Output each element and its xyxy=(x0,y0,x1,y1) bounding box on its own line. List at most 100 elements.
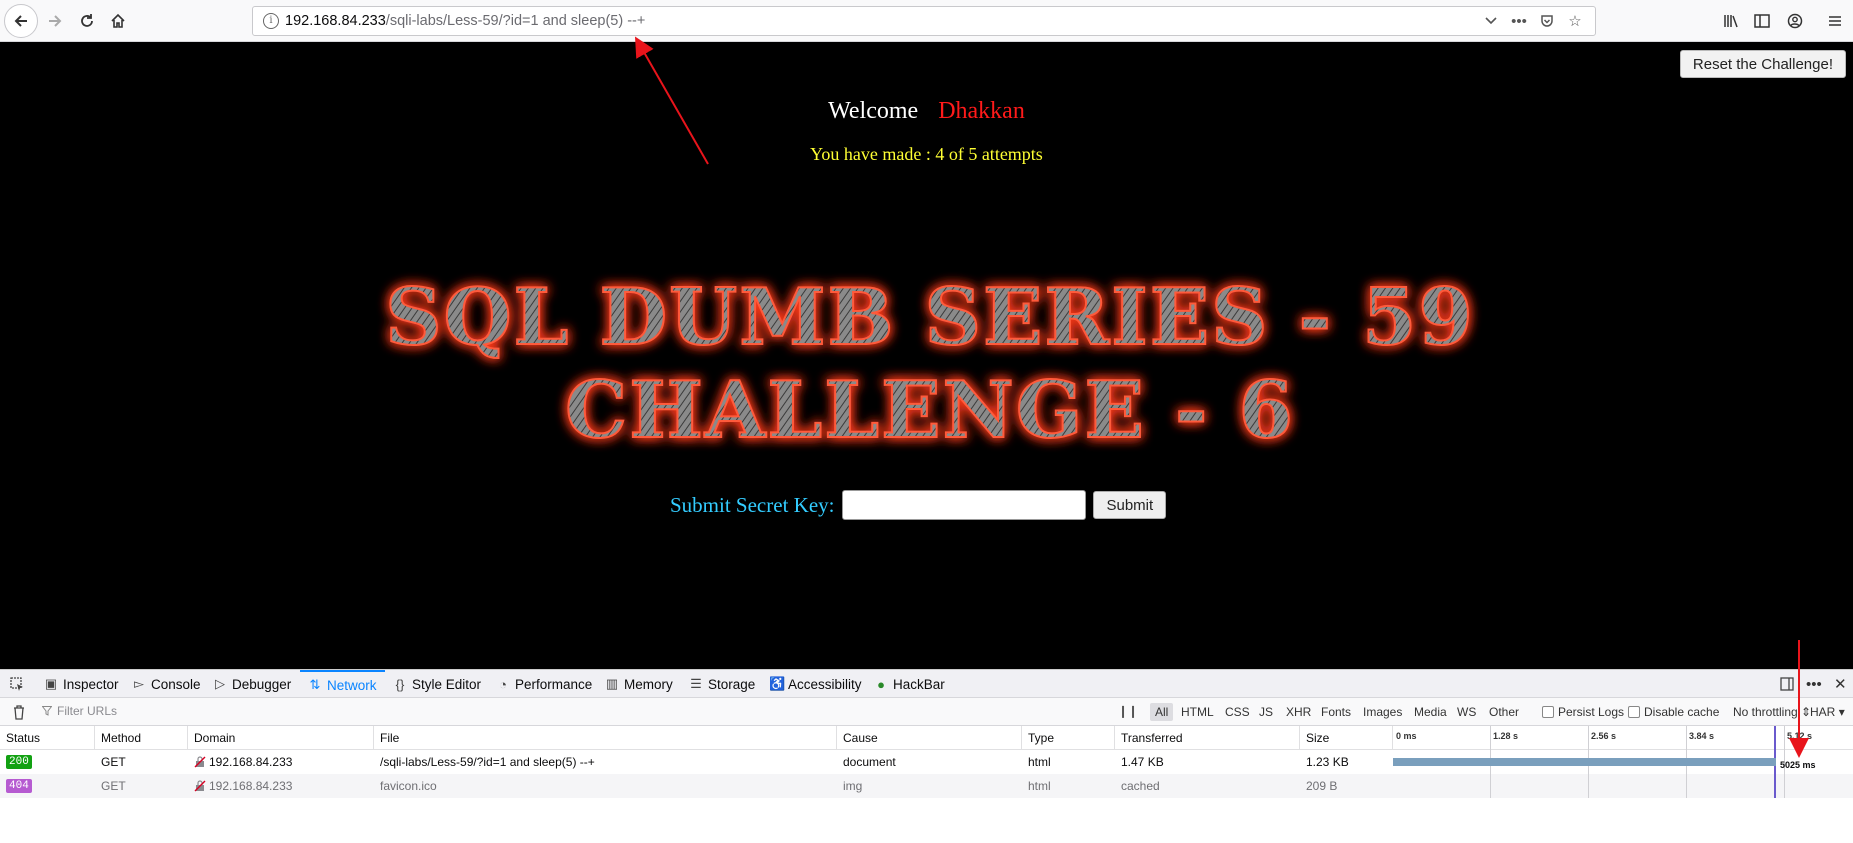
col-domain[interactable]: Domain xyxy=(188,726,374,750)
inspector-icon: ▣ xyxy=(44,676,58,691)
row-status: 404 xyxy=(0,774,32,798)
pocket-icon[interactable] xyxy=(1533,10,1561,32)
status-badge: 200 xyxy=(6,755,32,769)
devtools-tabbar: ▣ Inspector ▻ Console ▷ Debugger ⇅ Network {… xyxy=(0,670,1853,698)
row-domain-text: 192.168.84.233 xyxy=(209,755,293,769)
account-button[interactable] xyxy=(1778,4,1812,38)
tab-console[interactable]: ▻ Console xyxy=(132,670,201,698)
submit-button[interactable]: Submit xyxy=(1093,491,1167,519)
col-method[interactable]: Method xyxy=(95,726,188,750)
hamburger-menu-icon xyxy=(1829,16,1841,26)
filter-type-images[interactable]: Images xyxy=(1358,703,1407,721)
url-bar[interactable]: i 192.168.84.233/sqli-labs/Less-59/?id=1… xyxy=(252,6,1596,36)
braces-icon: {} xyxy=(395,676,405,692)
disable-cache-toggle[interactable]: Disable cache xyxy=(1628,705,1719,719)
row-transferred: 1.47 KB xyxy=(1121,755,1164,769)
star-icon[interactable]: ☆ xyxy=(1561,10,1589,32)
back-button[interactable] xyxy=(4,4,38,38)
filter-type-ws[interactable]: WS xyxy=(1452,703,1481,721)
chevron-down-icon[interactable] xyxy=(1477,10,1505,32)
attempts-text: You have made : 4 of 5 attempts xyxy=(810,144,1043,164)
devtools-close-button[interactable]: ✕ xyxy=(1834,670,1847,698)
more-dots-icon[interactable]: ••• xyxy=(1505,10,1533,32)
filter-type-html[interactable]: HTML xyxy=(1176,703,1219,721)
throttling-select[interactable]: No throttling ⇕ xyxy=(1733,705,1811,719)
filter-type-js[interactable]: JS xyxy=(1254,703,1278,721)
persist-logs-checkbox[interactable] xyxy=(1542,706,1554,718)
tab-style-editor-label: Style Editor xyxy=(412,676,482,692)
filter-type-other[interactable]: Other xyxy=(1484,703,1524,721)
request-timing-bar[interactable] xyxy=(1393,758,1776,766)
secret-key-label: Submit Secret Key: xyxy=(670,492,835,517)
element-picker-button[interactable] xyxy=(10,670,25,698)
tab-storage[interactable]: ☰ Storage xyxy=(689,670,755,698)
console-icon: ▻ xyxy=(134,676,144,691)
tab-debugger[interactable]: ▷ Debugger xyxy=(213,670,291,698)
col-transferred[interactable]: Transferred xyxy=(1115,726,1300,750)
forward-button[interactable] xyxy=(38,4,72,38)
info-icon[interactable]: i xyxy=(263,13,279,29)
title-line-1: SQL DUMB SERIES - 59 xyxy=(385,272,1474,363)
tab-performance-label: Performance xyxy=(515,676,593,692)
row-method: GET xyxy=(101,779,126,793)
accessibility-icon: ♿ xyxy=(769,676,786,691)
sidebar-icon xyxy=(1754,14,1770,28)
disable-cache-checkbox[interactable] xyxy=(1628,706,1640,718)
pause-icon[interactable]: ❙❙ xyxy=(1118,704,1138,718)
disable-cache-label: Disable cache xyxy=(1644,705,1720,719)
row-file: /sqli-labs/Less-59/?id=1 and sleep(5) --… xyxy=(380,755,595,769)
url-text[interactable]: 192.168.84.233/sqli-labs/Less-59/?id=1 a… xyxy=(285,13,645,29)
insecure-lock-icon xyxy=(194,780,206,792)
filter-icon xyxy=(42,706,52,716)
filter-type-media[interactable]: Media xyxy=(1409,703,1452,721)
tab-hackbar[interactable]: ● HackBar xyxy=(874,670,945,698)
col-cause[interactable]: Cause xyxy=(837,726,1022,750)
account-icon xyxy=(1787,13,1803,29)
secret-key-form: Submit Secret Key: Submit xyxy=(670,488,1167,522)
filter-type-xhr[interactable]: XHR xyxy=(1281,703,1316,721)
tab-network-label: Network xyxy=(327,677,377,693)
col-file[interactable]: File xyxy=(374,726,837,750)
reset-challenge-button[interactable]: Reset the Challenge! xyxy=(1679,50,1846,78)
col-status[interactable]: Status xyxy=(0,726,95,750)
debugger-icon: ▷ xyxy=(215,676,225,691)
tab-console-label: Console xyxy=(151,676,201,692)
network-icon: ⇅ xyxy=(309,677,321,692)
tab-performance[interactable]: ◔ Performance xyxy=(496,670,592,698)
tab-inspector[interactable]: ▣ Inspector xyxy=(44,670,119,698)
hackbar-icon: ● xyxy=(877,676,885,692)
home-button[interactable] xyxy=(101,4,135,38)
dock-toggle-button[interactable] xyxy=(1780,670,1794,698)
arrow-right-icon xyxy=(49,15,62,27)
filter-type-css[interactable]: CSS xyxy=(1220,703,1255,721)
status-badge: 404 xyxy=(6,779,32,793)
filter-type-all[interactable]: All xyxy=(1150,703,1174,721)
reload-button[interactable] xyxy=(70,4,104,38)
tab-memory[interactable]: ▥ Memory xyxy=(605,670,673,698)
reload-icon xyxy=(81,14,93,27)
tab-accessibility[interactable]: ♿ Accessibility xyxy=(769,670,862,698)
tab-accessibility-label: Accessibility xyxy=(788,676,862,692)
close-icon: ✕ xyxy=(1834,676,1847,693)
persist-logs-label: Persist Logs xyxy=(1558,705,1625,719)
home-icon xyxy=(111,13,125,28)
sidebar-button[interactable] xyxy=(1745,4,1779,38)
secret-key-input[interactable] xyxy=(842,490,1087,520)
har-menu-button[interactable]: HAR ▾ xyxy=(1810,705,1845,719)
persist-logs-toggle[interactable]: Persist Logs xyxy=(1542,705,1624,719)
row-domain: 192.168.84.233 xyxy=(188,750,292,774)
menu-button[interactable] xyxy=(1818,4,1852,38)
tab-style-editor[interactable]: {} Style Editor xyxy=(393,670,481,698)
devtools-more-button[interactable]: ••• xyxy=(1806,670,1822,698)
tab-hackbar-label: HackBar xyxy=(893,676,945,692)
tab-network[interactable]: ⇅ Network xyxy=(300,670,385,698)
filter-urls-input[interactable]: Filter URLs xyxy=(42,704,117,718)
gauge-icon: ◔ xyxy=(499,676,507,692)
filter-type-fonts[interactable]: Fonts xyxy=(1316,703,1356,721)
col-size[interactable]: Size xyxy=(1300,726,1393,750)
tab-storage-label: Storage xyxy=(708,676,756,692)
library-button[interactable] xyxy=(1714,4,1748,38)
trash-icon[interactable] xyxy=(12,704,26,720)
col-type[interactable]: Type xyxy=(1022,726,1115,750)
browser-window: i 192.168.84.233/sqli-labs/Less-59/?id=1… xyxy=(0,0,1853,843)
